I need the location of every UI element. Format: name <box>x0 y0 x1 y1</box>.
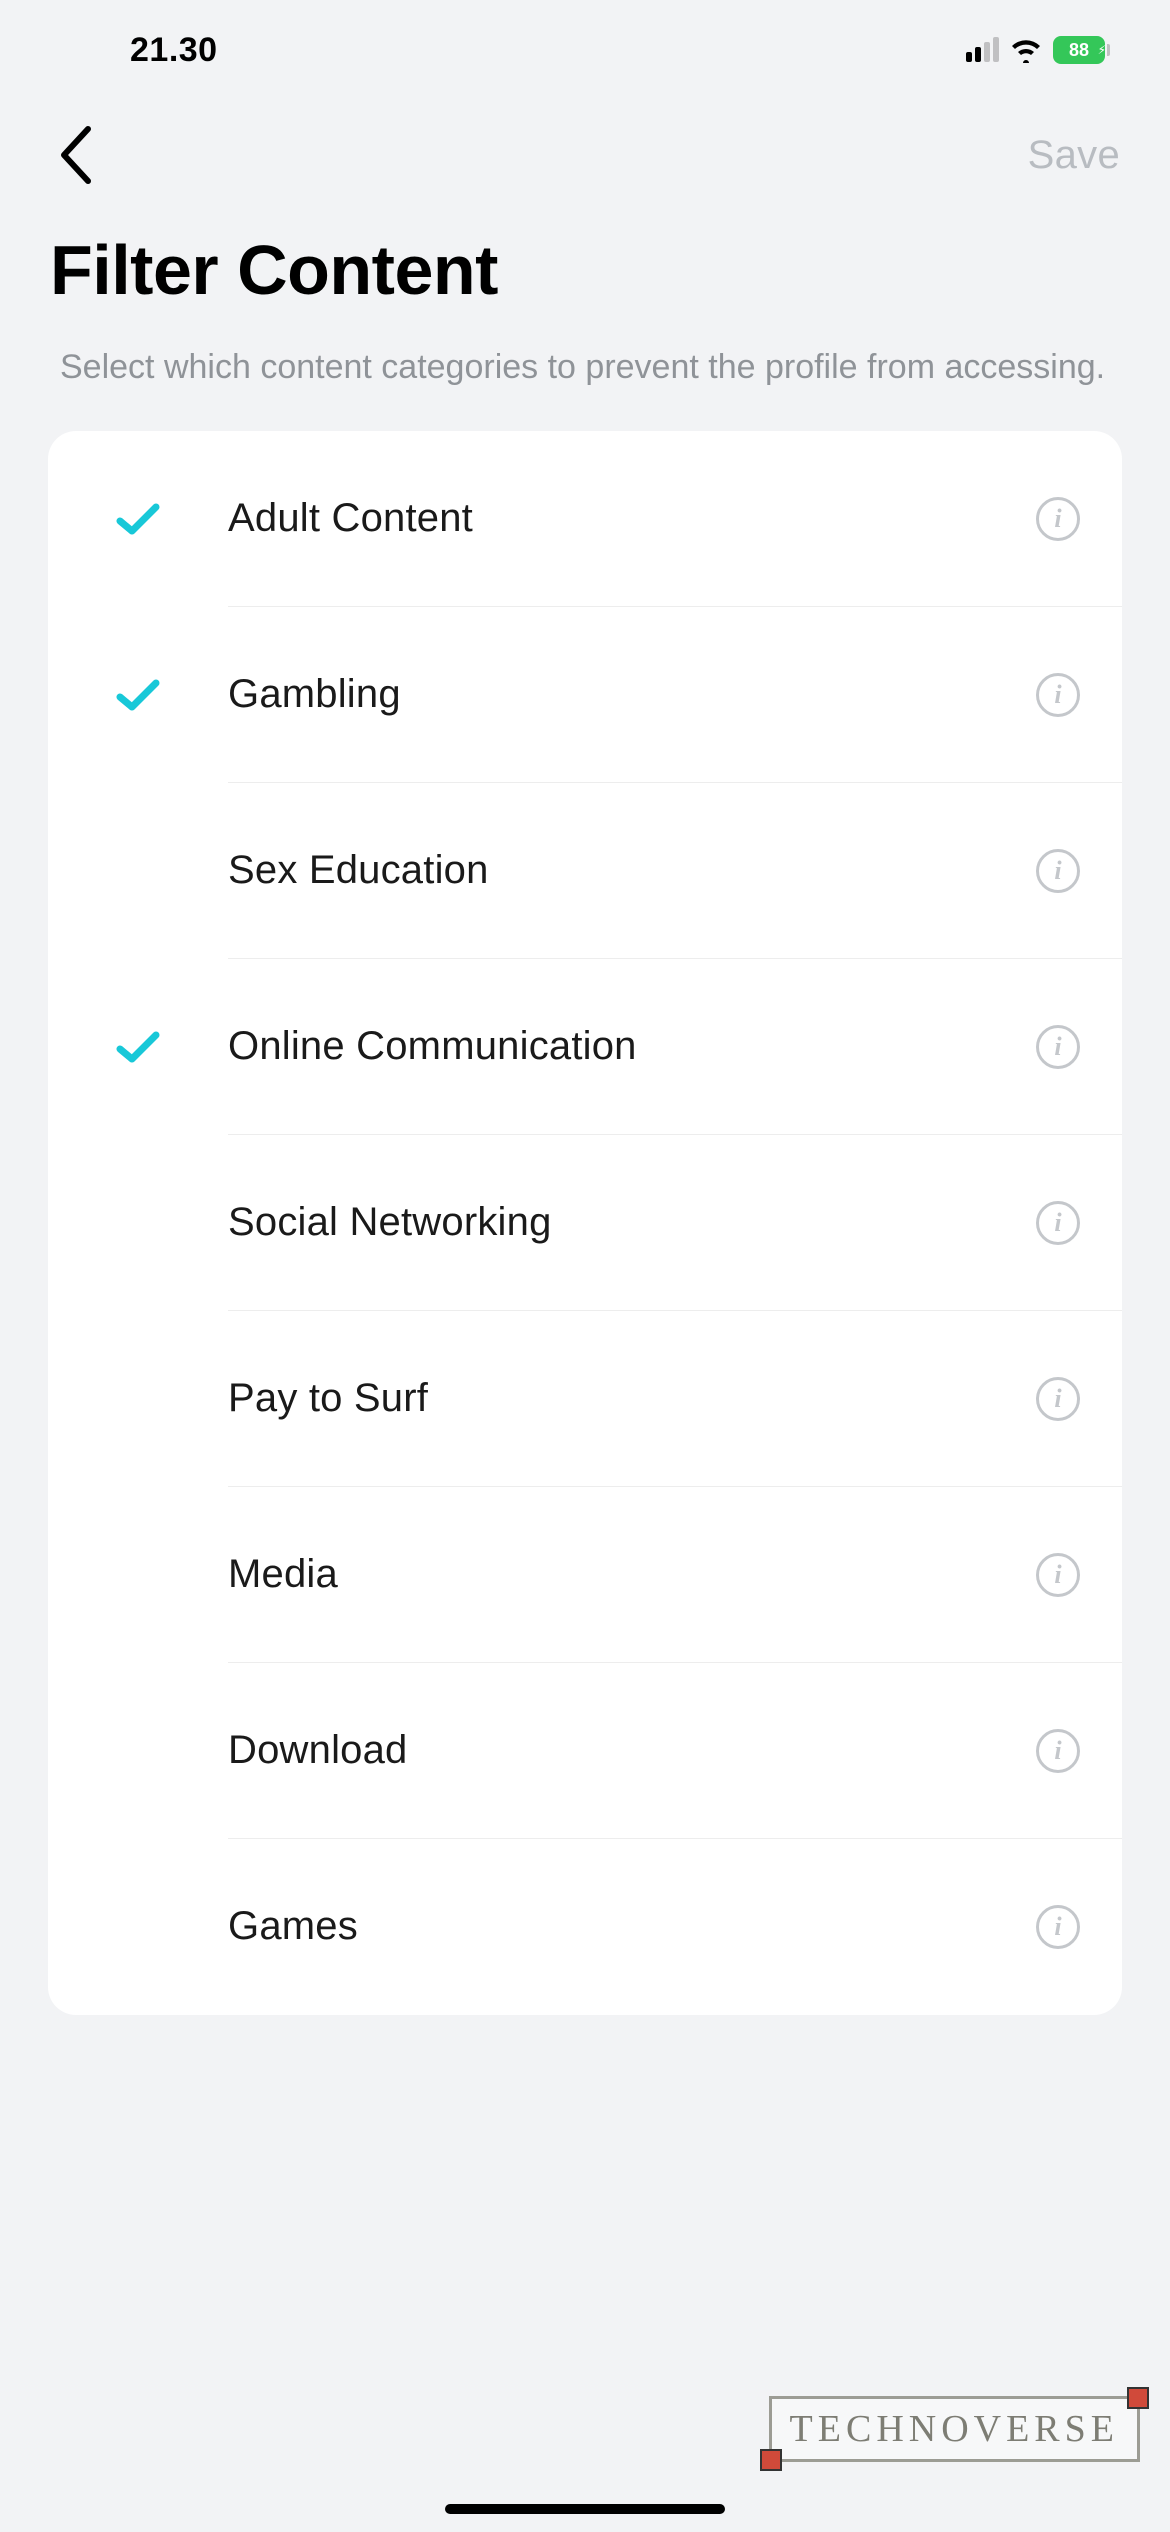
category-row[interactable]: Gamesi <box>48 1839 1122 2015</box>
info-button[interactable]: i <box>1036 1905 1080 1949</box>
page-subtitle: Select which content categories to preve… <box>0 345 1170 431</box>
category-label: Media <box>228 1552 1036 1597</box>
info-icon: i <box>1054 682 1061 708</box>
battery-icon: 88 ⚡︎ <box>1053 36 1110 64</box>
info-button[interactable]: i <box>1036 849 1080 893</box>
check-icon <box>114 499 162 539</box>
category-row[interactable]: Mediai <box>48 1487 1122 1663</box>
charging-bolt-icon: ⚡︎ <box>1098 43 1106 57</box>
category-list: Adult ContentiGamblingiSex EducationiOnl… <box>48 431 1122 2015</box>
info-button[interactable]: i <box>1036 497 1080 541</box>
category-label: Adult Content <box>228 496 1036 541</box>
chip-icon <box>1127 2387 1149 2409</box>
info-button[interactable]: i <box>1036 1729 1080 1773</box>
category-row[interactable]: Online Communication i <box>48 959 1122 1135</box>
category-label: Online Communication <box>228 1024 1036 1069</box>
info-icon: i <box>1054 506 1061 532</box>
back-button[interactable] <box>56 123 96 187</box>
info-button[interactable]: i <box>1036 673 1080 717</box>
info-icon: i <box>1054 1386 1061 1412</box>
category-label: Pay to Surf <box>228 1376 1036 1421</box>
category-row[interactable]: Pay to Surf i <box>48 1311 1122 1487</box>
category-row[interactable]: Download i <box>48 1663 1122 1839</box>
home-indicator[interactable] <box>445 2504 725 2514</box>
info-button[interactable]: i <box>1036 1553 1080 1597</box>
category-row[interactable]: Gambling i <box>48 607 1122 783</box>
check-icon <box>114 1027 162 1067</box>
category-row[interactable]: Social Networking i <box>48 1135 1122 1311</box>
status-indicators: 88 ⚡︎ <box>966 36 1110 64</box>
info-icon: i <box>1054 1914 1061 1940</box>
category-row[interactable]: Sex Education i <box>48 783 1122 959</box>
nav-bar: Save <box>0 100 1170 210</box>
info-button[interactable]: i <box>1036 1201 1080 1245</box>
cellular-signal-icon <box>966 38 999 62</box>
info-icon: i <box>1054 858 1061 884</box>
watermark: TECHNOVERSE <box>769 2396 1140 2462</box>
category-row[interactable]: Adult Content i <box>48 431 1122 607</box>
info-button[interactable]: i <box>1036 1377 1080 1421</box>
category-label: Download <box>228 1728 1036 1773</box>
page-title: Filter Content <box>0 210 1170 345</box>
status-bar: 21.30 88 ⚡︎ <box>0 0 1170 100</box>
info-icon: i <box>1054 1738 1061 1764</box>
category-label: Sex Education <box>228 848 1036 893</box>
check-slot <box>48 1027 228 1067</box>
category-label: Social Networking <box>228 1200 1036 1245</box>
check-icon <box>114 675 162 715</box>
info-icon: i <box>1054 1034 1061 1060</box>
check-slot <box>48 675 228 715</box>
status-time: 21.30 <box>130 31 218 70</box>
category-label: Gambling <box>228 672 1036 717</box>
save-button[interactable]: Save <box>1028 133 1120 178</box>
info-button[interactable]: i <box>1036 1025 1080 1069</box>
watermark-text: TECHNOVERSE <box>790 2408 1119 2450</box>
chevron-left-icon <box>56 123 96 187</box>
category-label: Games <box>228 1904 1036 1949</box>
chip-icon <box>760 2449 782 2471</box>
info-icon: i <box>1054 1210 1061 1236</box>
info-icon: i <box>1054 1562 1061 1588</box>
battery-percentage: 88 <box>1069 40 1089 61</box>
check-slot <box>48 499 228 539</box>
wifi-icon <box>1009 37 1043 63</box>
